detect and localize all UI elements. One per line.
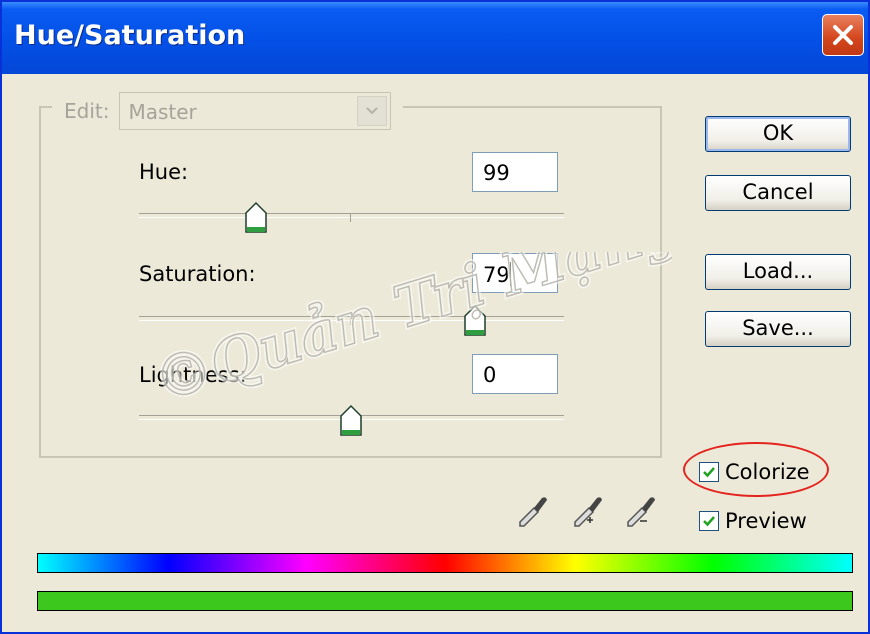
- close-button[interactable]: [822, 14, 864, 56]
- text-caret: [509, 262, 511, 286]
- edit-channel-row: Edit: Master: [52, 90, 404, 132]
- saturation-slider-center-tick: [350, 316, 351, 325]
- colorize-checkbox-box[interactable]: [699, 462, 719, 482]
- edit-label: Edit:: [64, 99, 110, 123]
- hue-slider-track[interactable]: [139, 213, 564, 218]
- colorize-label: Colorize: [725, 460, 810, 484]
- output-color-bar: [37, 591, 853, 611]
- lightness-label: Lightness:: [139, 363, 247, 387]
- eyedropper-icon[interactable]: [514, 492, 550, 528]
- preview-checkbox-box[interactable]: [699, 511, 719, 531]
- edit-dropdown-button[interactable]: [357, 96, 388, 126]
- window-title: Hue/Saturation: [14, 20, 246, 51]
- saturation-slider-thumb[interactable]: [462, 304, 488, 338]
- saturation-value: 79: [483, 263, 510, 287]
- saturation-label: Saturation:: [139, 262, 256, 286]
- cancel-button[interactable]: Cancel: [705, 175, 851, 211]
- edit-channel-select[interactable]: Master: [119, 92, 392, 130]
- colorize-checkbox[interactable]: Colorize: [699, 460, 810, 484]
- lightness-input[interactable]: 0: [472, 354, 558, 394]
- preview-label: Preview: [725, 509, 807, 533]
- lightness-slider-thumb[interactable]: [338, 404, 364, 438]
- title-bar[interactable]: Hue/Saturation: [2, 2, 868, 74]
- saturation-input[interactable]: 79: [472, 253, 558, 293]
- hue-saturation-dialog: Hue/Saturation Edit: Master Hue: 99 Satu…: [0, 0, 870, 634]
- ok-button[interactable]: OK: [705, 116, 851, 152]
- edit-channel-value: Master: [128, 100, 197, 124]
- chevron-down-icon: [366, 107, 379, 115]
- hue-label: Hue:: [139, 160, 189, 184]
- preview-checkbox[interactable]: Preview: [699, 509, 807, 533]
- hue-input[interactable]: 99: [472, 152, 558, 192]
- hue-slider-center-tick: [350, 213, 351, 222]
- eyedropper-plus-icon[interactable]: [569, 492, 609, 530]
- hue-slider-thumb[interactable]: [243, 201, 269, 235]
- input-spectrum-bar: [37, 553, 853, 573]
- checkmark-icon: [703, 516, 715, 527]
- checkmark-icon: [703, 467, 715, 478]
- eyedropper-minus-icon[interactable]: [622, 492, 662, 530]
- save-button[interactable]: Save...: [705, 311, 851, 347]
- load-button[interactable]: Load...: [705, 254, 851, 290]
- saturation-slider-track[interactable]: [139, 316, 564, 321]
- close-icon: [833, 25, 853, 45]
